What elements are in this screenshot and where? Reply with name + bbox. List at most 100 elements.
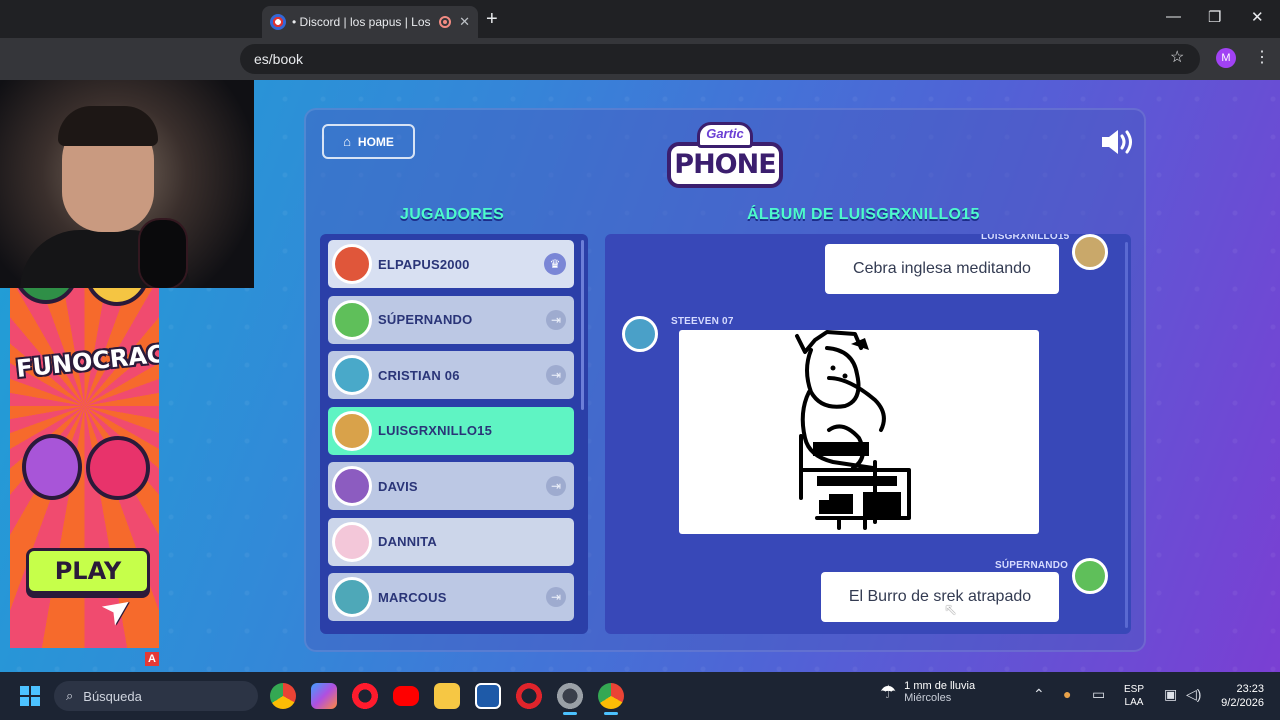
player-row[interactable]: LUISGRXNILLO15 bbox=[328, 406, 574, 455]
players-scrollbar[interactable] bbox=[581, 240, 584, 410]
bookmark-star-icon[interactable]: ☆ bbox=[1170, 47, 1184, 67]
player-name: MARCOUS bbox=[378, 589, 447, 605]
album-panel[interactable]: LUISGRXNILLO15 Cebra inglesa meditando S… bbox=[605, 234, 1131, 634]
home-button[interactable]: ⌂ HOME bbox=[322, 124, 415, 159]
opera-icon[interactable] bbox=[352, 683, 378, 709]
minimize-button[interactable]: — bbox=[1166, 8, 1181, 25]
players-title: JUGADORES bbox=[400, 206, 505, 223]
player-row[interactable]: CRISTIAN 06 ⇥ bbox=[328, 351, 574, 399]
file-explorer-icon[interactable] bbox=[434, 683, 460, 709]
language-indicator[interactable]: ESP LAA bbox=[1124, 683, 1144, 709]
message-author: LUISGRXNILLO15 bbox=[981, 234, 1070, 242]
weather-sub: Miércoles bbox=[904, 692, 952, 704]
player-row[interactable]: DANNITA bbox=[328, 517, 574, 566]
kick-player-icon[interactable]: ⇥ bbox=[546, 587, 566, 607]
angry-face-icon bbox=[86, 436, 150, 500]
author-avatar bbox=[622, 316, 658, 352]
new-tab-button[interactable]: + bbox=[486, 8, 498, 31]
tab-close-icon[interactable]: ✕ bbox=[459, 14, 470, 30]
weather-main: 1 mm de lluvia bbox=[904, 680, 976, 692]
browser-tab[interactable]: • Discord | los papus | Los p ✕ bbox=[262, 6, 478, 38]
player-avatar bbox=[332, 244, 372, 284]
album-drawing bbox=[679, 330, 1039, 534]
microphone-icon bbox=[140, 220, 186, 288]
search-placeholder: Búsqueda bbox=[83, 688, 142, 704]
taskbar-search[interactable]: ⌕ Búsqueda bbox=[54, 681, 258, 711]
discord-favicon-icon bbox=[270, 14, 286, 30]
player-avatar bbox=[332, 466, 372, 506]
clock-date: 9/2/2026 bbox=[1221, 697, 1264, 709]
crown-icon: ♛ bbox=[544, 253, 566, 275]
windows-start-icon[interactable] bbox=[20, 686, 40, 706]
system-clock[interactable]: 23:23 9/2/2026 bbox=[1212, 682, 1264, 710]
copilot-icon[interactable] bbox=[311, 683, 337, 709]
tab-title: • Discord | los papus | Los p bbox=[292, 15, 432, 29]
bearded-character-icon bbox=[22, 434, 82, 500]
chrome-icon[interactable] bbox=[270, 683, 296, 709]
lang-bottom: LAA bbox=[1124, 697, 1144, 708]
game-panel: ⌂ HOME PHONE Gartic JUGADORES ÁLBUM DE L… bbox=[304, 108, 1146, 652]
logo-main-text: PHONE bbox=[667, 142, 783, 188]
browser-menu-icon[interactable]: ⋮ bbox=[1254, 47, 1270, 67]
player-name: CRISTIAN 06 bbox=[378, 367, 460, 383]
keyboard-icon[interactable]: ▭ bbox=[1092, 686, 1105, 703]
tray-expand-icon[interactable]: ⌃ bbox=[1033, 686, 1045, 703]
author-avatar bbox=[1072, 558, 1108, 594]
player-name: ELPAPUS2000 bbox=[378, 256, 470, 272]
player-avatar bbox=[332, 521, 372, 562]
clock-time: 23:23 bbox=[1236, 683, 1264, 695]
gartic-phone-logo: PHONE Gartic bbox=[667, 122, 783, 194]
kick-player-icon[interactable]: ⇥ bbox=[546, 476, 566, 496]
player-name: DANNITA bbox=[378, 534, 437, 549]
player-row[interactable]: DAVIS ⇥ bbox=[328, 462, 574, 510]
recording-icon bbox=[439, 16, 452, 28]
profile-avatar[interactable]: M bbox=[1216, 48, 1236, 68]
player-row[interactable]: MARCOUS ⇥ bbox=[328, 573, 574, 621]
ad-badge[interactable]: A bbox=[145, 652, 159, 666]
player-name: DAVIS bbox=[378, 478, 418, 494]
message-bubble: El Burro de srek atrapado bbox=[821, 572, 1059, 622]
kick-player-icon[interactable]: ⇥ bbox=[546, 365, 566, 385]
volume-icon[interactable]: ◁) bbox=[1186, 686, 1201, 703]
taskbar: ⌕ Búsqueda ☂ 1 mm de lluvia Miércoles ⌃ … bbox=[0, 672, 1280, 720]
drawing-author: STEEVEN 07 bbox=[671, 316, 734, 327]
player-name: LUISGRXNILLO15 bbox=[378, 423, 493, 438]
webcam-overlay bbox=[0, 80, 254, 288]
opera-gx-icon[interactable] bbox=[516, 683, 542, 709]
kick-player-icon[interactable]: ⇥ bbox=[546, 309, 566, 330]
zebra-drawing-icon bbox=[795, 330, 911, 530]
search-icon: ⌕ bbox=[66, 688, 74, 703]
player-row[interactable]: ELPAPUS2000 ♛ bbox=[328, 240, 574, 288]
author-avatar bbox=[1072, 234, 1108, 270]
network-icon[interactable]: ▣ bbox=[1164, 686, 1177, 703]
restore-button[interactable]: ❐ bbox=[1208, 8, 1221, 26]
players-list[interactable]: ELPAPUS2000 ♛ SÚPERNANDO ⇥ CRISTIAN 06 ⇥… bbox=[320, 234, 588, 634]
microphone-tray-icon[interactable]: ● bbox=[1063, 686, 1071, 702]
vegas-editor-icon[interactable] bbox=[475, 683, 501, 709]
speaker-icon[interactable] bbox=[1100, 128, 1134, 156]
obs-icon[interactable] bbox=[557, 683, 583, 715]
album-scrollbar[interactable] bbox=[1125, 242, 1128, 628]
ad-play-button[interactable]: PLAY bbox=[26, 548, 150, 594]
lang-top: ESP bbox=[1124, 684, 1145, 695]
message-author: SÚPERNANDO bbox=[995, 560, 1069, 571]
game-page: FUNOCRACY PLAY ➤ A ⌂ HOME PHONE Gartic J… bbox=[0, 80, 1280, 672]
message-bubble: Cebra inglesa meditando bbox=[825, 244, 1059, 294]
player-avatar bbox=[332, 410, 372, 451]
player-avatar bbox=[332, 577, 372, 617]
ad-logo: FUNOCRACY bbox=[14, 337, 159, 384]
youtube-icon[interactable] bbox=[393, 686, 419, 706]
address-bar[interactable]: es/book bbox=[240, 44, 1200, 74]
player-avatar bbox=[332, 355, 372, 395]
chrome-profile-icon[interactable] bbox=[598, 683, 624, 715]
album-title: ÁLBUM DE LUISGRXNILLO15 bbox=[747, 206, 980, 223]
home-label: HOME bbox=[357, 134, 394, 149]
rain-umbrella-icon: ☂ bbox=[880, 681, 897, 702]
player-row[interactable]: SÚPERNANDO ⇥ bbox=[328, 295, 574, 344]
browser-toolbar: es/book ☆ M ⋮ bbox=[0, 38, 1280, 80]
player-avatar bbox=[332, 299, 372, 340]
weather-widget[interactable]: ☂ 1 mm de lluvia Miércoles bbox=[880, 680, 975, 704]
window-close-button[interactable]: ✕ bbox=[1251, 8, 1264, 26]
mouse-cursor-icon: ↖ bbox=[944, 602, 958, 619]
webcam-hair bbox=[58, 106, 158, 146]
